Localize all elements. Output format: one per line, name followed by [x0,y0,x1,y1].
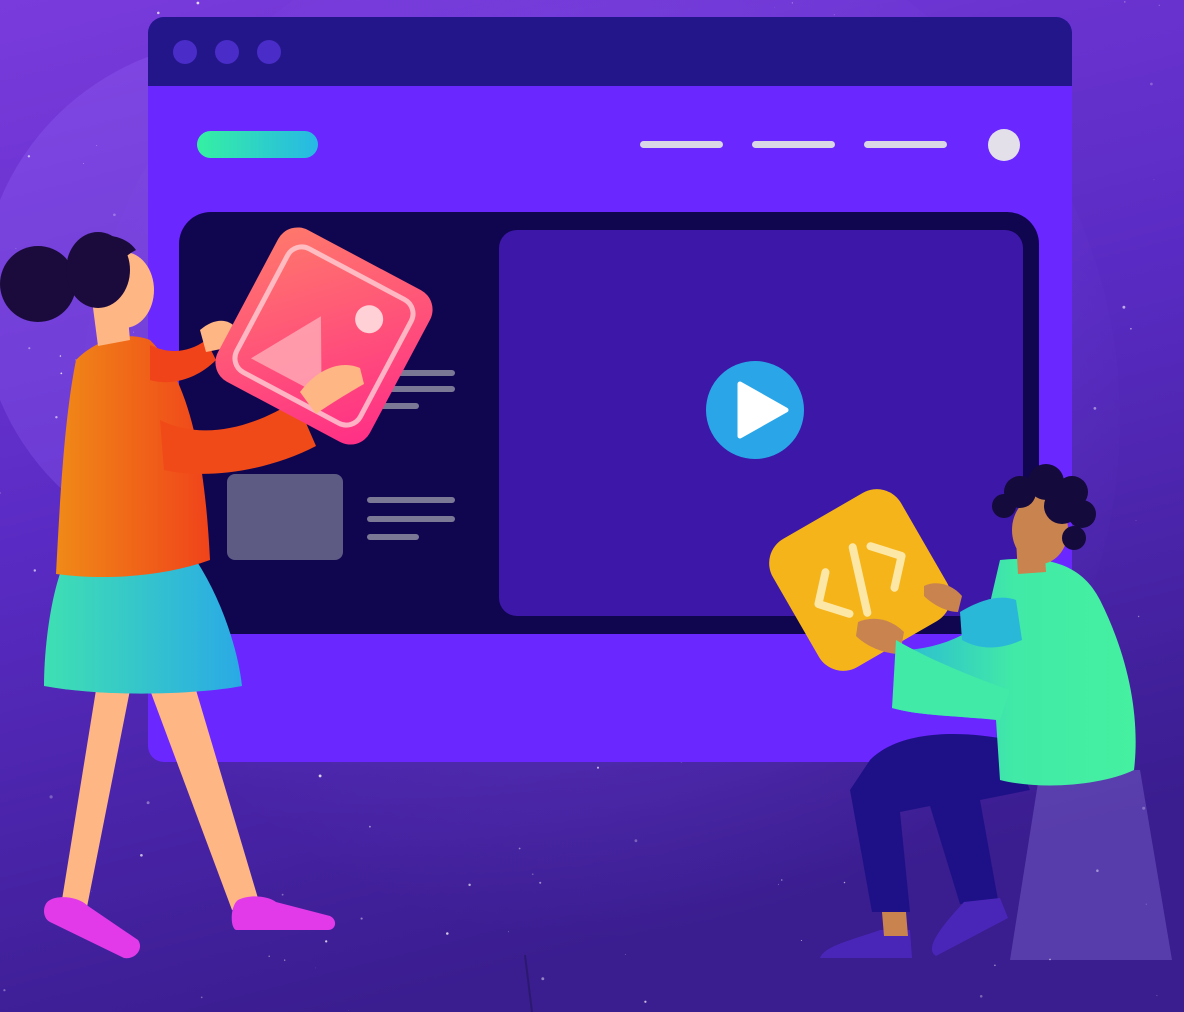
star [15,247,17,249]
content-line [367,516,455,522]
star [268,955,270,957]
star [1135,520,1137,521]
star [800,939,802,942]
nav-item-3[interactable] [864,141,947,148]
star [1093,407,1097,410]
star [539,881,542,884]
nav-item-1[interactable] [640,141,723,148]
window-dot-3[interactable] [257,40,281,64]
star [132,331,134,333]
star [1130,327,1132,330]
window-dot-2[interactable] [215,40,239,64]
star [644,1000,647,1003]
star [90,891,92,893]
star [979,995,983,998]
star [200,996,203,999]
site-logo[interactable] [197,131,318,158]
star [348,1010,349,1011]
star [113,213,116,217]
window-dot-1[interactable] [173,40,197,64]
star [1122,305,1126,309]
star [1137,615,1140,618]
star [28,347,31,350]
illustration-canvas [0,0,1184,1012]
man-ankle [882,912,908,936]
star [1124,1,1126,3]
star [833,14,835,16]
star [791,2,793,4]
star [596,766,600,769]
star [507,931,510,933]
web-design-illustration [0,0,1184,1012]
star [777,883,780,886]
window-titlebar [148,17,1072,86]
star [157,11,160,15]
star [60,372,63,375]
star [196,1,200,5]
star [843,881,846,884]
star [146,801,150,805]
nav-item-2[interactable] [752,141,835,148]
star [1156,994,1158,997]
star [325,940,328,943]
star [315,967,317,969]
star [446,932,449,935]
star [281,893,284,896]
star [33,569,37,572]
star [360,917,363,920]
star [140,853,143,857]
woman-hair-back [66,232,130,308]
star [531,873,534,876]
star [96,145,98,147]
star [55,416,58,419]
star [3,989,6,992]
star [994,964,996,967]
star [541,977,545,981]
star [284,959,286,961]
star [1150,82,1153,86]
star [369,825,371,828]
star [781,879,783,881]
content-line [367,534,419,540]
avatar[interactable] [988,129,1020,161]
placeholder-thumbnail [227,474,343,560]
star [1153,179,1155,181]
star [83,162,84,164]
star [59,355,62,357]
star [634,839,638,843]
content-line [367,497,455,503]
woman-hair-bun [0,246,76,322]
star [49,795,53,799]
star [468,883,471,887]
star [27,155,31,158]
star [518,847,521,850]
star [624,953,626,955]
star [318,774,322,778]
star [774,7,776,9]
star [1158,4,1160,6]
